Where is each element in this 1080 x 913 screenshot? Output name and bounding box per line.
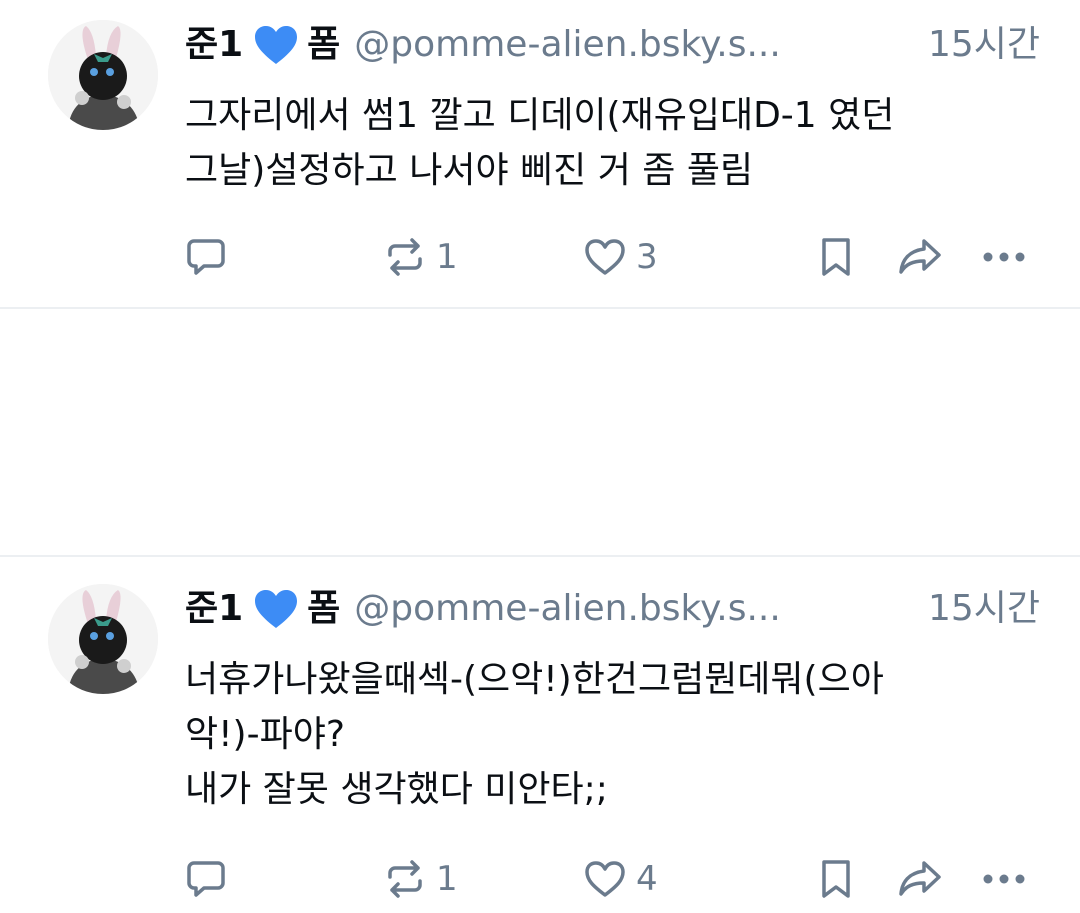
share-button[interactable] bbox=[898, 232, 942, 282]
repost-count: 1 bbox=[436, 237, 458, 277]
ellipsis-icon bbox=[983, 252, 1025, 262]
handle[interactable]: @pomme-alien.bsky.s... bbox=[354, 20, 910, 70]
bookmark-icon bbox=[822, 860, 850, 898]
avatar[interactable] bbox=[48, 20, 158, 130]
like-count: 4 bbox=[636, 859, 658, 899]
avatar[interactable] bbox=[48, 584, 158, 694]
post-text-line: 너휴가나왔을때섹-(으악!)한건그럼뭔데뭐(으아 bbox=[185, 659, 884, 700]
empty-feed-area bbox=[0, 310, 1080, 556]
share-button[interactable] bbox=[898, 854, 942, 904]
timestamp[interactable]: 15시간 bbox=[928, 20, 1040, 70]
post-header: 준1 폼 @pomme-alien.bsky.s... 15시간 bbox=[185, 584, 1040, 634]
post-text: 그자리에서 썸1 깔고 디데이(재유입대D-1 였던 그날)설정하고 나서야 삐… bbox=[185, 88, 1040, 198]
reply-button[interactable] bbox=[186, 232, 226, 282]
like-button[interactable]: 3 bbox=[584, 232, 658, 282]
like-count: 3 bbox=[636, 237, 658, 277]
ellipsis-icon bbox=[983, 874, 1025, 884]
name-suffix: 폼 bbox=[307, 588, 341, 629]
speech-bubble-icon bbox=[187, 239, 225, 275]
repost-button[interactable]: 1 bbox=[384, 232, 458, 282]
heart-outline-icon bbox=[585, 239, 625, 275]
repost-arrows-icon bbox=[388, 860, 422, 898]
post-actions: 1 3 bbox=[0, 232, 1080, 282]
handle[interactable]: @pomme-alien.bsky.s... bbox=[354, 584, 910, 634]
bookmark-icon bbox=[822, 238, 850, 276]
timestamp[interactable]: 15시간 bbox=[928, 584, 1040, 634]
repost-button[interactable]: 1 bbox=[384, 854, 458, 904]
more-options-button[interactable] bbox=[982, 232, 1026, 282]
post-actions: 1 4 bbox=[0, 854, 1080, 904]
display-name[interactable]: 준1 폼 bbox=[185, 20, 340, 70]
bookmark-button[interactable] bbox=[818, 232, 854, 282]
like-button[interactable]: 4 bbox=[584, 854, 658, 904]
post-1[interactable]: 준1 폼 @pomme-alien.bsky.s... 15시간 그자리에서 썸… bbox=[0, 0, 1080, 308]
display-name[interactable]: 준1 폼 bbox=[185, 584, 340, 634]
post-2[interactable]: 준1 폼 @pomme-alien.bsky.s... 15시간 너휴가나왔을때… bbox=[0, 557, 1080, 913]
post-text-line: 악!)-파야? bbox=[185, 714, 345, 755]
post-text-line: 그자리에서 썸1 깔고 디데이(재유입대D-1 였던 bbox=[185, 95, 895, 136]
blue-heart-icon bbox=[255, 26, 298, 64]
post-header: 준1 폼 @pomme-alien.bsky.s... 15시간 bbox=[185, 20, 1040, 70]
divider bbox=[0, 307, 1080, 309]
post-text-line: 내가 잘못 생각했다 미안타;; bbox=[185, 769, 608, 810]
share-arrow-icon bbox=[899, 861, 941, 896]
repost-arrows-icon bbox=[388, 238, 422, 276]
display-name-text: 준1 bbox=[185, 24, 244, 65]
heart-outline-icon bbox=[585, 861, 625, 897]
bookmark-button[interactable] bbox=[818, 854, 854, 904]
post-text: 너휴가나왔을때섹-(으악!)한건그럼뭔데뭐(으아 악!)-파야? 내가 잘못 생… bbox=[185, 652, 1040, 817]
share-arrow-icon bbox=[899, 239, 941, 274]
post-text-line: 그날)설정하고 나서야 삐진 거 좀 풀림 bbox=[185, 150, 754, 191]
display-name-text: 준1 bbox=[185, 588, 244, 629]
repost-count: 1 bbox=[436, 859, 458, 899]
reply-button[interactable] bbox=[186, 854, 226, 904]
blue-heart-icon bbox=[255, 590, 298, 628]
more-options-button[interactable] bbox=[982, 854, 1026, 904]
speech-bubble-icon bbox=[187, 861, 225, 897]
name-suffix: 폼 bbox=[307, 24, 341, 65]
